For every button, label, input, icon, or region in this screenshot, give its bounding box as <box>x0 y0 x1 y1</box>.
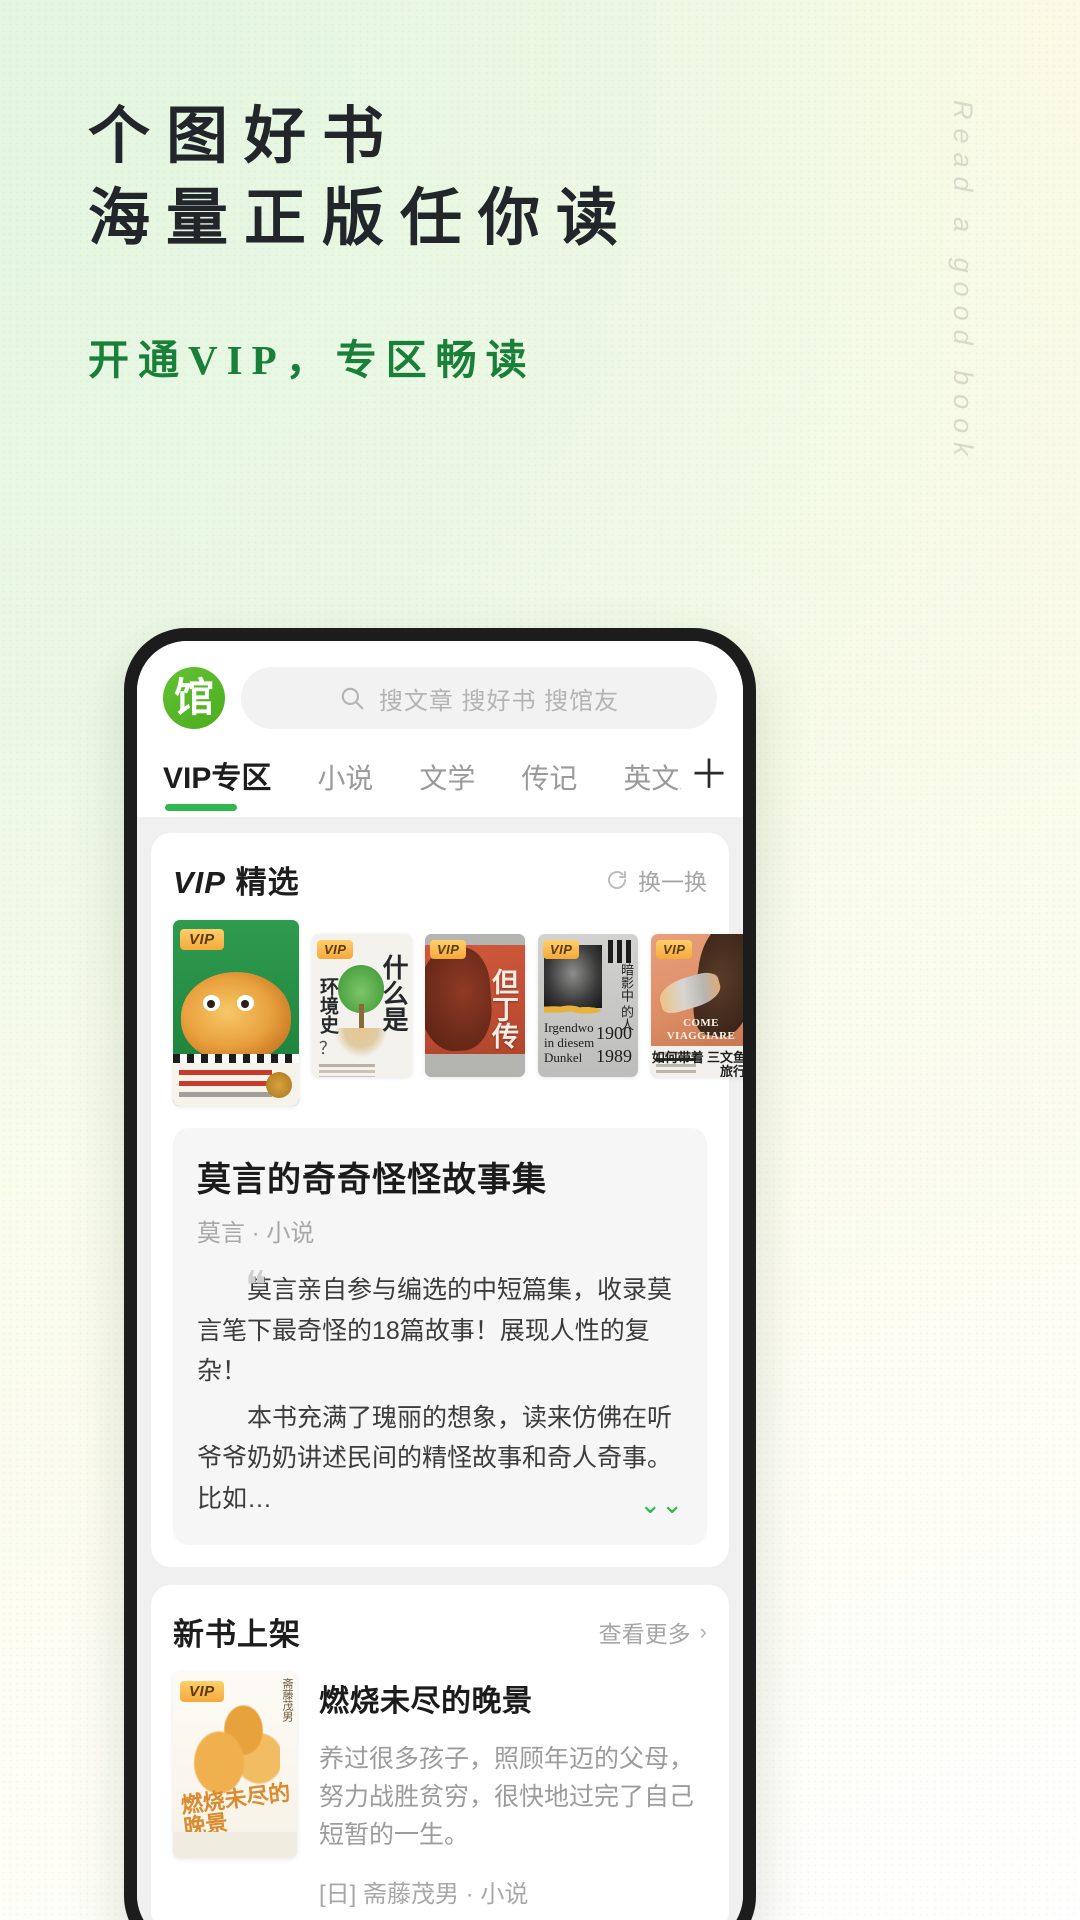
vip-badge: VIP <box>180 1681 224 1702</box>
vip-cover-strip: VIP VIP 什么是 环境史 ？ VIP 但丁传 VIP Irgendwo i… <box>173 920 743 1106</box>
vip-title-em: VIP <box>173 865 226 900</box>
app-logo[interactable]: 馆 <box>163 667 225 729</box>
hero-headline-line2: 海量正版任你读 <box>88 183 635 253</box>
search-icon <box>341 687 364 710</box>
add-category-button[interactable]: ＋ <box>681 755 729 795</box>
phone-mockup: 馆 搜文章 搜好书 搜馆友 VIP专区 小说 文学 传记 英文原 ＋ VIP 精… <box>124 628 756 1920</box>
new-books-title: 新书上架 <box>173 1617 301 1652</box>
cover-chinese-title: 如何带着 三文鱼旅行 <box>651 1049 743 1077</box>
chevron-right-icon: › <box>699 1618 707 1644</box>
cover-latin-title: Irgendwo in diesem Dunkel <box>544 1020 595 1066</box>
cover-bottom-band <box>425 1054 525 1077</box>
cover-title: 但丁传 <box>488 968 518 1050</box>
list-item[interactable]: VIP 斋藤茂男 燃烧未尽的晚景 燃烧未尽的晚景 养过很多孩子，照顾年迈的父母，… <box>173 1672 707 1909</box>
tab-fiction[interactable]: 小说 <box>317 749 373 817</box>
vip-card-header: VIP 精选 换一换 <box>173 857 707 902</box>
search-input[interactable]: 搜文章 搜好书 搜馆友 <box>241 667 717 729</box>
cover-bottom-band <box>173 1063 299 1106</box>
app-header: 馆 搜文章 搜好书 搜馆友 <box>137 641 743 741</box>
vip-badge: VIP <box>656 940 693 959</box>
vertical-tagline: Read a good book <box>948 100 978 465</box>
refresh-icon <box>608 870 626 889</box>
featured-book-meta: 莫言 · 小说 <box>197 1220 315 1247</box>
featured-book-title: 莫言的奇奇怪怪故事集 <box>197 1162 547 1199</box>
phone-screen: 馆 搜文章 搜好书 搜馆友 VIP专区 小说 文学 传记 英文原 ＋ VIP 精… <box>137 641 743 1920</box>
vip-section-title: VIP 精选 <box>173 857 300 902</box>
new-book-cover: VIP 斋藤茂男 燃烧未尽的晚景 <box>173 1672 297 1858</box>
tab-literature[interactable]: 文学 <box>419 749 475 817</box>
vip-featured-card: VIP 精选 换一换 VIP VIP 什么是 环境史 ？ VIP 但丁传 VIP… <box>151 833 743 1567</box>
cover-bottom-band: 如何带着 三文鱼旅行 <box>651 1045 743 1077</box>
book-cover-moyan[interactable]: VIP <box>173 920 299 1106</box>
checker-stripe <box>173 1054 299 1064</box>
book-cover-dunkel[interactable]: VIP Irgendwo in diesem Dunkel 1900 1989 … <box>538 934 638 1077</box>
tiger-illustration <box>180 972 292 1062</box>
new-books-header: 新书上架 查看更多 › <box>173 1609 707 1654</box>
tab-vip-zone[interactable]: VIP专区 <box>163 745 271 817</box>
new-books-card: 新书上架 查看更多 › VIP 斋藤茂男 燃烧未尽的晚景 燃烧未尽的晚景 养过很… <box>151 1585 729 1920</box>
hero-copy: 个图好书 海量正版任你读 开通VIP，专区畅读 <box>88 96 634 386</box>
category-tabbar: VIP专区 小说 文学 传记 英文原 ＋ <box>137 741 743 817</box>
vip-badge: VIP <box>430 940 467 959</box>
new-book-title: 燃烧未尽的晚景 <box>319 1685 533 1718</box>
cover-bottom-band <box>173 1831 297 1858</box>
vip-title-rest: 精选 <box>225 865 300 900</box>
cover-chinese-title: 暗影中 的人 <box>619 962 634 1031</box>
cover-author-vertical: 斋藤茂男 <box>281 1678 293 1722</box>
cover-barcode-strip <box>608 939 634 963</box>
vip-badge: VIP <box>543 940 580 959</box>
cover-title-left: 环境史 <box>316 976 338 1034</box>
quote-icon: ❝ <box>245 1263 267 1308</box>
promo-page: 个图好书 海量正版任你读 开通VIP，专区畅读 Read a good book… <box>0 0 1080 1920</box>
hero-headline-line1: 个图好书 <box>88 102 401 171</box>
tree-roots <box>335 1028 387 1057</box>
chevron-double-down-icon[interactable]: ⌄⌄ <box>589 1491 683 1517</box>
handwriting-overlay <box>544 1001 604 1019</box>
cover-title-right: 什么是 <box>379 954 408 1033</box>
vip-badge: VIP <box>317 940 354 959</box>
book-cover-salmone[interactable]: VIP COME VIAGGIARE CON UN SALMONE 如何带着 三… <box>651 934 743 1077</box>
flame-illustration <box>192 1686 280 1795</box>
app-content: VIP 精选 换一换 VIP VIP 什么是 环境史 ？ VIP 但丁传 VIP… <box>137 817 743 1920</box>
refresh-button[interactable]: 换一换 <box>605 863 707 897</box>
book-cover-dante[interactable]: VIP 但丁传 <box>425 934 525 1077</box>
new-book-info: 燃烧未尽的晚景 养过很多孩子，照顾年迈的父母，努力战胜贫穷，很快地过完了自己短暂… <box>319 1672 707 1909</box>
dante-portrait <box>425 945 495 1054</box>
cover-footer-lines <box>319 1064 375 1067</box>
view-more-label: 查看更多 <box>598 1620 691 1647</box>
cover-year-end: 1989 <box>596 1045 632 1066</box>
new-book-description: 养过很多孩子，照顾年迈的父母，努力战胜贫穷，很快地过完了自己短暂的一生。 <box>319 1745 695 1849</box>
vip-badge: VIP <box>180 929 224 950</box>
refresh-label: 换一换 <box>638 868 707 895</box>
search-placeholder: 搜文章 搜好书 搜馆友 <box>378 687 620 715</box>
new-book-meta: [日] 斋藤茂男 · 小说 <box>319 1881 529 1908</box>
tab-biography[interactable]: 传记 <box>521 749 577 817</box>
view-more-button[interactable]: 查看更多 › <box>599 1615 707 1649</box>
featured-book-detail[interactable]: 莫言的奇奇怪怪故事集 莫言 · 小说 ❝ 莫言亲自参与编选的中短篇集，收录莫言笔… <box>173 1128 707 1545</box>
book-cover-environmental-history[interactable]: VIP 什么是 环境史 ？ <box>312 934 412 1077</box>
hero-subtitle: 开通VIP，专区畅读 <box>88 336 536 383</box>
cover-question-mark: ？ <box>319 1039 336 1059</box>
featured-book-description: ❝ 莫言亲自参与编选的中短篇集，收录莫言笔下最奇怪的18篇故事！展现人性的复杂！… <box>197 1266 683 1519</box>
description-paragraph-1: 莫言亲自参与编选的中短篇集，收录莫言笔下最奇怪的18篇故事！展现人性的复杂！ <box>197 1276 673 1385</box>
